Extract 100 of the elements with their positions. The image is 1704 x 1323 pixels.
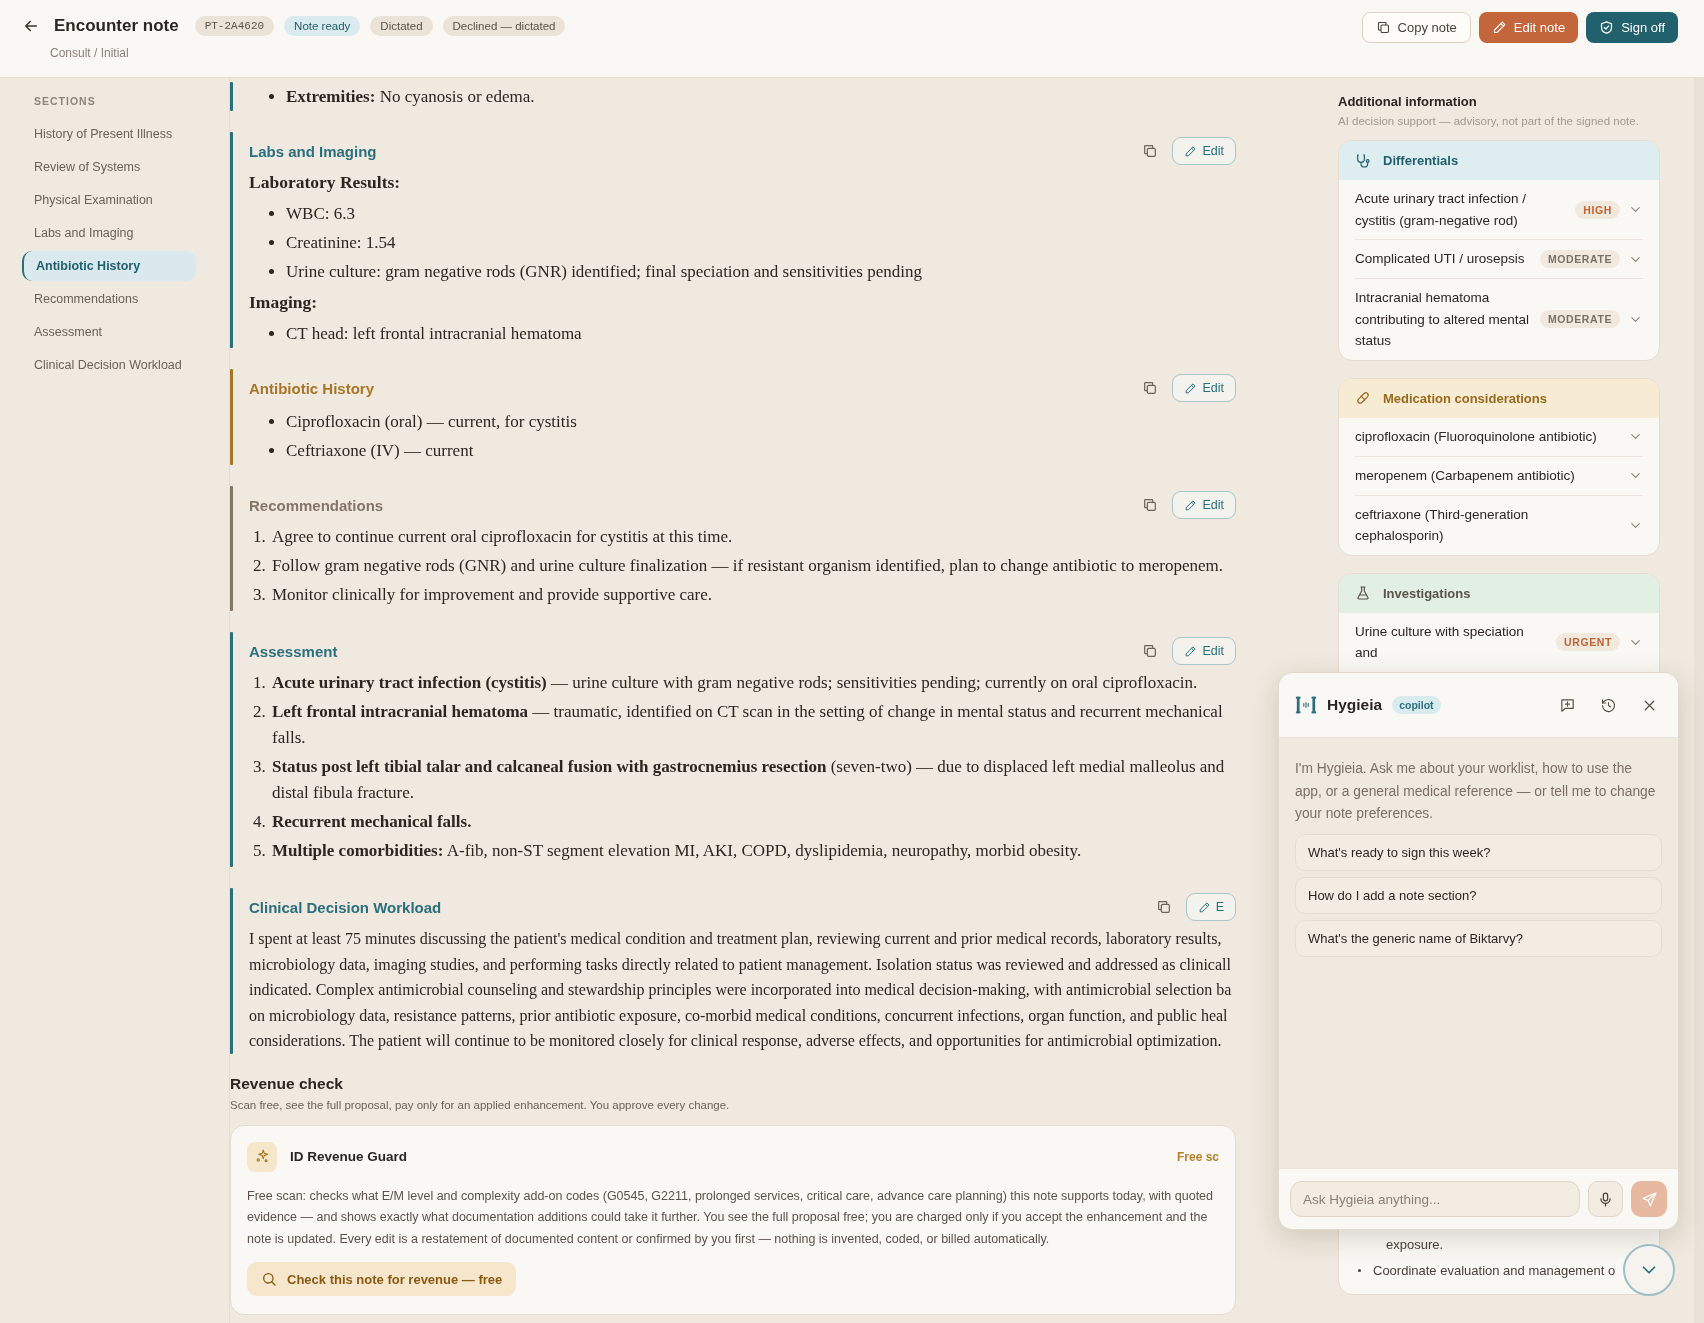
card-title: Investigations bbox=[1383, 585, 1471, 601]
list-item-text: Monitor clinically for improvement and provide supportive care. bbox=[272, 584, 712, 606]
list-item-text: Urine culture: gram negative rods (GNR) identified; final speciation and sensitivities pending bbox=[286, 261, 922, 283]
stethoscope-icon bbox=[1355, 152, 1371, 169]
revenue-check-title: Revenue check bbox=[230, 1074, 344, 1093]
edit-button[interactable]: Edit bbox=[1172, 637, 1236, 665]
list-item-text: Follow gram negative rods (GNR) and urine culture finalization — if resistant organism identified, plan to change antibiotic to meropenem. bbox=[272, 555, 1223, 577]
panel-subtitle: AI decision support — advisory, not part of the signed note. bbox=[1338, 115, 1640, 127]
sections-heading: SECTIONS bbox=[34, 95, 97, 107]
edit-button[interactable]: Edit bbox=[1172, 374, 1236, 402]
list-item-text: Extremities: No cyanosis or edema. bbox=[286, 86, 535, 108]
revenue-check-subtitle: Scan free, see the full proposal, pay only for an applied enhancement. You approve every change. bbox=[230, 1098, 731, 1111]
copilot-badge: copilot bbox=[1392, 696, 1441, 714]
new-chat-icon bbox=[1559, 696, 1576, 714]
pencil-icon bbox=[1184, 381, 1198, 395]
item-number: 2. bbox=[253, 555, 267, 577]
item-number: 1. bbox=[253, 526, 267, 548]
copy-icon bbox=[1142, 380, 1159, 396]
card-title: Medication considerations bbox=[1383, 390, 1547, 406]
card-item-text[interactable]: Intracranial hematoma contributing to altered mental status bbox=[1355, 287, 1532, 352]
bullet-icon bbox=[269, 448, 274, 453]
section-link[interactable]: Labs and Imaging bbox=[22, 218, 196, 248]
item-number: 5. bbox=[253, 840, 267, 862]
history-icon bbox=[1600, 696, 1617, 714]
list-item-text: Acute urinary tract infection (cystitis) — urine culture with gram negative rods; sensitivities pending; currently on oral ciprofloxacin. bbox=[272, 672, 1198, 694]
copy-icon bbox=[1375, 20, 1391, 35]
suggestion-chip[interactable]: What's ready to sign this week? bbox=[1295, 833, 1662, 871]
section-link[interactable]: Assessment bbox=[22, 317, 196, 347]
item-number: 3. bbox=[253, 584, 267, 606]
bullet-icon bbox=[269, 269, 274, 274]
section-link[interactable]: Antibiotic History bbox=[22, 251, 196, 281]
page-subtitle: Consult / Initial bbox=[50, 46, 130, 60]
item-number: 3. bbox=[253, 756, 267, 778]
bullet-icon bbox=[269, 94, 274, 99]
pencil-icon bbox=[1184, 644, 1198, 658]
paragraph-line: microbiology data, imaging studies, and performing tasks directly related to patient management. Isolation status was reviewed and addressed as clinicall bbox=[249, 954, 1232, 976]
list-item-text: Multiple comorbidities: A-fib, non-ST segment elevation MI, AKI, COPD, dyslipidemia, neuropathy, morbid obesity. bbox=[272, 840, 1082, 862]
section-link[interactable]: Clinical Decision Workload bbox=[22, 350, 196, 380]
list-item-text: Left frontal intracranial hematoma — traumatic, identified on CT scan in the setting of change in mental status and recurrent mechanical falls. bbox=[272, 701, 1224, 749]
likelihood-badge: MODERATE bbox=[1539, 250, 1620, 268]
section-title: Labs and Imaging bbox=[249, 142, 377, 160]
status-chip: Note ready bbox=[284, 16, 361, 36]
card-item-text[interactable]: Acute urinary tract infection / cystitis (gram-negative rod) bbox=[1355, 188, 1568, 231]
list-item-text: Agree to continue current oral ciprofloxacin for cystitis at this time. bbox=[272, 526, 733, 548]
bullet-icon bbox=[269, 419, 274, 424]
edit-button[interactable]: Edit bbox=[1172, 491, 1236, 519]
card-item-text[interactable]: ciprofloxacin (Fluoroquinolone antibiotic) bbox=[1355, 425, 1620, 448]
list-item-text: CT head: left frontal intracranial hematoma bbox=[286, 323, 582, 345]
card-title: Differentials bbox=[1383, 153, 1459, 168]
edit-button[interactable]: E bbox=[1185, 893, 1236, 921]
flask-icon bbox=[1355, 585, 1371, 601]
pencil-icon bbox=[1197, 900, 1211, 914]
suggestion-chip[interactable]: How do I add a note section? bbox=[1295, 876, 1662, 914]
card-item-text[interactable]: ceftriaxone (Third-generation cephalosporin) bbox=[1355, 503, 1620, 547]
bullet-icon bbox=[269, 211, 274, 216]
microphone-button[interactable] bbox=[1588, 1181, 1623, 1217]
bullet-icon bbox=[269, 240, 274, 245]
paragraph-line: on microbiology data, resistance patterns, prior antibiotic exposure, co-morbid medical conditions, concurrent infections, organ function, and public heal bbox=[249, 1005, 1229, 1027]
list-item-text: Status post left tibial talar and calcaneal fusion with gastrocnemius resection (seven-two) — due to displaced left medial malleolus and distal fibula fracture. bbox=[272, 756, 1226, 804]
card-item-text[interactable]: Complicated UTI / urosepsis bbox=[1355, 248, 1532, 270]
check-revenue-button[interactable]: Check this note for revenue — free bbox=[247, 1262, 517, 1296]
microphone-icon bbox=[1597, 1190, 1614, 1208]
list-item-text: Coordinate evaluation and management o bbox=[1373, 1262, 1616, 1280]
item-number: 1. bbox=[253, 672, 267, 694]
card-item-text[interactable]: meropenem (Carbapenem antibiotic) bbox=[1355, 464, 1620, 487]
copy-icon bbox=[1142, 497, 1159, 513]
page-title: Encounter note bbox=[54, 16, 179, 36]
section-link[interactable]: History of Present Illness bbox=[22, 119, 196, 149]
section-title: Recommendations bbox=[249, 496, 384, 514]
chat-input-field[interactable]: Ask Hygieia anything... bbox=[1290, 1181, 1580, 1217]
free-scan-label: Free sc bbox=[1176, 1149, 1219, 1164]
bullet-icon bbox=[269, 331, 274, 336]
list-item-text: Recurrent mechanical falls. bbox=[272, 811, 472, 833]
paragraph-line: I spent at least 75 minutes discussing the patient's medical condition and treatment plan, reviewing current and prior medical records, laboratory results, bbox=[249, 929, 1223, 950]
card-item-text[interactable]: Urine culture with speciation and bbox=[1355, 620, 1549, 664]
subheading: Laboratory Results: bbox=[249, 172, 402, 193]
copy-icon bbox=[1142, 643, 1159, 659]
subheading: Imaging: bbox=[249, 292, 319, 313]
patient-id-chip: PT-2A4620 bbox=[194, 16, 275, 36]
sign-off-button[interactable]: Sign off bbox=[1586, 12, 1678, 43]
copy-note-button[interactable]: Copy note bbox=[1361, 12, 1471, 43]
section-link[interactable]: Physical Examination bbox=[22, 185, 196, 215]
search-icon bbox=[261, 1271, 277, 1287]
copy-icon bbox=[1155, 899, 1172, 915]
paragraph-line: considerations. The patient will continue to be monitored closely for clinical response, adverse effects, and opportunities for antimicrobial optimization. bbox=[249, 1031, 1223, 1052]
section-link[interactable]: Review of Systems bbox=[22, 152, 196, 182]
section-link[interactable]: Recommendations bbox=[22, 284, 196, 314]
section-title: Antibiotic History bbox=[249, 379, 374, 397]
edit-note-button[interactable]: Edit note bbox=[1478, 12, 1579, 43]
logo-icon bbox=[1295, 694, 1317, 716]
paragraph-line: indicated. Complex antimicrobial counseling and stewardship principles were incorporated into medical decision-making, with antimicrobial selection ba bbox=[249, 980, 1233, 1001]
list-item-text: Ciprofloxacin (oral) — current, for cystitis bbox=[286, 411, 577, 433]
suggestion-chip[interactable]: What's the generic name of Biktarvy? bbox=[1295, 919, 1662, 957]
card-description: Free scan: checks what E/M level and complexity add-on codes (G0545, G2211, prolonged services, critical care, advance care planning) this note supports today, with quoted evidence — and shows exactly what documentation additions could take it further. You see the full proposal free; you are charged only if you accept the enhancement and the note is updated. Every edit is a restatement of documented content or confirmed by you first — nothing is invented, coded, or billed automatically. bbox=[247, 1187, 1215, 1248]
edit-button[interactable]: Edit bbox=[1172, 137, 1236, 165]
assistant-name: Hygieia bbox=[1327, 696, 1383, 714]
list-item-text: Ceftriaxone (IV) — current bbox=[286, 440, 474, 462]
panel-title: Additional information bbox=[1338, 94, 1478, 109]
pencil-icon bbox=[1184, 144, 1198, 158]
pencil-icon bbox=[1491, 20, 1507, 35]
